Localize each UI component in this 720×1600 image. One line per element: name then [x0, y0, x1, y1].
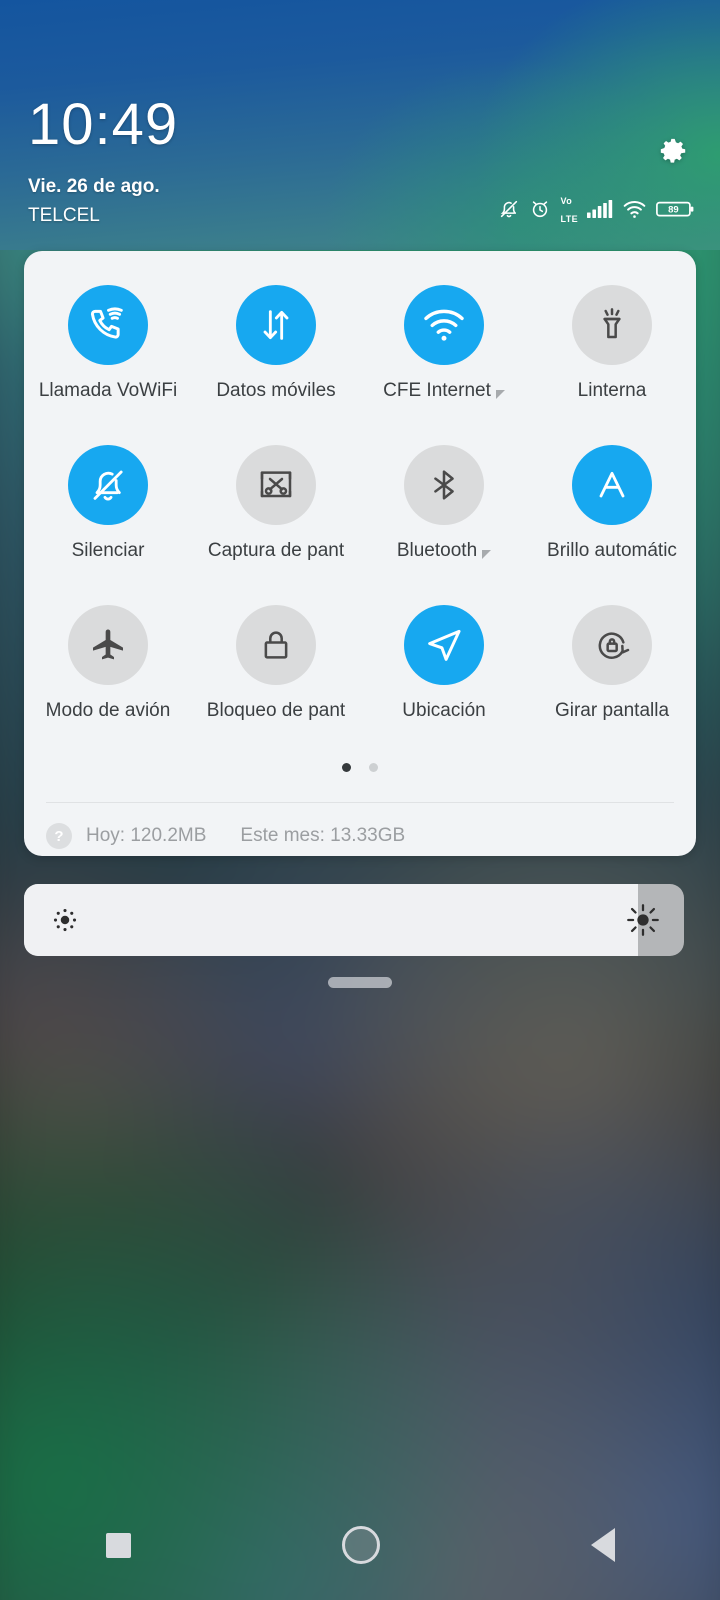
- flashlight-icon: [572, 285, 652, 365]
- airplane-icon: [68, 605, 148, 685]
- volte-icon: Vo LTE: [560, 196, 578, 224]
- bluetooth-icon: [404, 445, 484, 525]
- brightness-high-icon: [626, 903, 660, 937]
- screenshot-icon: [236, 445, 316, 525]
- qs-tile-label-row: Bloqueo de pant: [192, 699, 360, 723]
- qs-tile-label: Datos móviles: [216, 380, 336, 401]
- qs-tile-screen-lock[interactable]: Bloqueo de pant: [192, 589, 360, 749]
- home-button[interactable]: [341, 1526, 380, 1564]
- qs-tile-label: Modo de avión: [45, 700, 171, 721]
- qs-tile-bluetooth[interactable]: Bluetooth: [360, 429, 528, 589]
- qs-tile-wifi[interactable]: CFE Internet: [360, 269, 528, 429]
- battery-icon: 89: [656, 198, 696, 220]
- notifications-off-icon: [498, 198, 520, 220]
- back-button[interactable]: [590, 1528, 615, 1562]
- qs-tile-auto-brightness[interactable]: Brillo automátic: [528, 429, 696, 589]
- qs-tile-silent[interactable]: Silenciar: [24, 429, 192, 589]
- panel-divider: [46, 802, 674, 803]
- qs-tile-location[interactable]: Ubicación: [360, 589, 528, 749]
- qs-tile-label: Linterna: [577, 380, 647, 401]
- bell-off-icon: [68, 445, 148, 525]
- qs-tile-label-row: Brillo automátic: [528, 539, 696, 563]
- recents-button[interactable]: [105, 1532, 131, 1558]
- wifi-calling-icon: [68, 285, 148, 365]
- qs-tile-label: Silenciar: [71, 540, 145, 561]
- data-usage-today: Hoy: 120.2MB: [86, 825, 207, 846]
- mobile-data-icon: [236, 285, 316, 365]
- qs-tile-label: Ubicación: [402, 700, 486, 721]
- status-bar-icons: Vo LTE 89: [498, 196, 696, 224]
- qs-tile-label-row: Ubicación: [360, 699, 528, 723]
- qs-tile-mobile-data[interactable]: Datos móviles: [192, 269, 360, 429]
- page-dot-1[interactable]: [342, 763, 351, 772]
- lockscreen-clock: 10:49: [28, 92, 179, 157]
- carrier-name: TELCEL: [28, 205, 100, 226]
- brightness-slider-fill: [24, 884, 638, 956]
- brightness-slider[interactable]: [24, 884, 684, 956]
- phone-screen: 10:49 Vie. 26 de ago. TELCEL Vo LTE 89 L…: [0, 0, 720, 1600]
- qs-tile-label: Brillo automátic: [547, 540, 677, 561]
- qs-tile-label: Bluetooth: [396, 540, 478, 561]
- quick-settings-panel: Llamada VoWiFi Datos móviles CFE Interne…: [24, 251, 696, 856]
- alarm-icon: [529, 198, 551, 220]
- qs-tile-label-row: Bluetooth: [360, 539, 528, 563]
- signal-bars-icon: [587, 198, 613, 220]
- rotation-lock-icon: [572, 605, 652, 685]
- wifi-icon: [622, 198, 647, 220]
- qs-tile-label-row: Captura de pant: [192, 539, 360, 563]
- lock-icon: [236, 605, 316, 685]
- qs-tile-label-row: Linterna: [528, 379, 696, 403]
- panel-drag-handle[interactable]: [328, 977, 392, 988]
- svg-text:89: 89: [668, 205, 679, 216]
- lockscreen-date: Vie. 26 de ago.: [28, 176, 160, 197]
- qs-tile-label: Llamada VoWiFi: [38, 380, 178, 401]
- gear-icon: [656, 134, 690, 168]
- qs-tile-rotation-lock[interactable]: Girar pantalla: [528, 589, 696, 749]
- qs-tile-label-row: Silenciar: [24, 539, 192, 563]
- wifi-icon: [404, 285, 484, 365]
- qs-tile-label-row: Datos móviles: [192, 379, 360, 403]
- data-usage-row[interactable]: ? Hoy: 120.2MB Este mes: 13.33GB: [46, 817, 674, 855]
- page-dot-2[interactable]: [369, 763, 378, 772]
- qs-tile-label: CFE Internet: [383, 380, 491, 401]
- qs-tile-label: Bloqueo de pant: [206, 700, 346, 721]
- page-indicator: [24, 763, 696, 772]
- chevron-expand-icon[interactable]: [495, 390, 505, 399]
- navigation-bar: [0, 1490, 720, 1600]
- qs-tile-wifi-calling[interactable]: Llamada VoWiFi: [24, 269, 192, 429]
- settings-gear-button[interactable]: [654, 132, 692, 170]
- qs-tile-label-row: Modo de avión: [24, 699, 192, 723]
- qs-tile-flashlight[interactable]: Linterna: [528, 269, 696, 429]
- qs-tile-label-row: Girar pantalla: [528, 699, 696, 723]
- brightness-low-icon: [50, 905, 80, 935]
- qs-tile-screenshot[interactable]: Captura de pant: [192, 429, 360, 589]
- help-icon[interactable]: ?: [46, 823, 72, 849]
- data-usage-month: Este mes: 13.33GB: [240, 825, 406, 846]
- qs-tile-airplane-mode[interactable]: Modo de avión: [24, 589, 192, 749]
- location-arrow-icon: [404, 605, 484, 685]
- quick-settings-tile-grid: Llamada VoWiFi Datos móviles CFE Interne…: [24, 269, 696, 749]
- qs-tile-label: Girar pantalla: [554, 700, 670, 721]
- qs-tile-label-row: Llamada VoWiFi: [24, 379, 192, 403]
- auto-brightness-icon: [572, 445, 652, 525]
- chevron-expand-icon[interactable]: [482, 550, 492, 559]
- qs-tile-label-row: CFE Internet: [360, 379, 528, 403]
- qs-tile-label: Captura de pant: [207, 540, 345, 561]
